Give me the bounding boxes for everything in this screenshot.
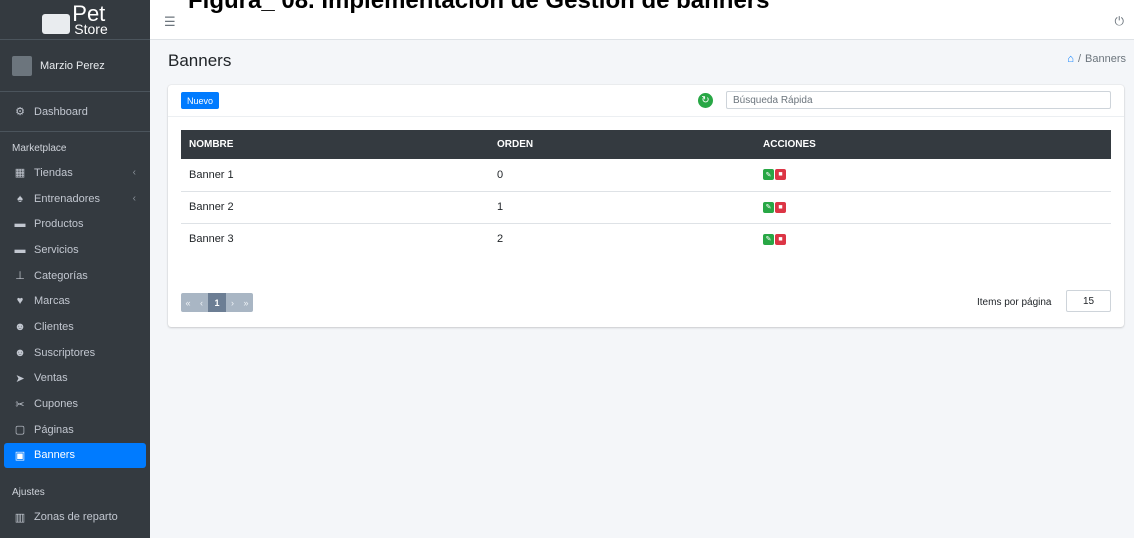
- table-row: Banner 1 0 ✎ ■: [181, 159, 1111, 192]
- sidebar-item-productos[interactable]: ▬ Productos: [0, 211, 150, 237]
- page-first-button[interactable]: «: [181, 293, 195, 312]
- page-current-button[interactable]: 1: [208, 293, 226, 312]
- pet-logo-icon: [42, 13, 71, 34]
- sidebar-item-label: Banners: [34, 449, 75, 462]
- sidebar-item-label: Páginas: [34, 423, 74, 436]
- trash-icon[interactable]: ■: [775, 233, 786, 245]
- sidebar-item-marcas[interactable]: ♥ Marcas: [0, 288, 150, 314]
- sidebar-item-label: Tiendas: [34, 166, 73, 179]
- trash-icon[interactable]: ■: [775, 169, 786, 181]
- cell-nombre: Banner 1: [181, 159, 489, 192]
- breadcrumb: ⌂ / Banners: [1067, 53, 1126, 65]
- sidebar-item-label: Productos: [34, 218, 84, 231]
- sidebar-item-entrenadores[interactable]: ♠ Entrenadores ‹: [0, 186, 150, 212]
- search-input[interactable]: [726, 91, 1111, 109]
- table-row: Banner 2 1 ✎ ■: [181, 191, 1111, 224]
- nav-header-ajustes: Ajustes: [12, 486, 45, 498]
- chevron-left-icon: ‹: [132, 193, 136, 205]
- image-icon: ▣: [14, 449, 26, 462]
- sidebar-item-label: Cupones: [34, 398, 79, 411]
- sidebar-item-label: Marcas: [34, 295, 71, 308]
- sidebar-item-servicios[interactable]: ▬ Servicios: [0, 237, 150, 263]
- column-header-orden[interactable]: ORDEN: [489, 130, 755, 159]
- figure-caption: Figura_ 08. Implementación de Gestión de…: [188, 0, 770, 14]
- main-content: Banners ⌂ / Banners Nuevo ↻ NOMBRE ORDEN…: [150, 40, 1134, 538]
- file-icon: ▢: [14, 424, 26, 437]
- hamburger-menu-icon[interactable]: ☰: [164, 14, 176, 30]
- trash-icon[interactable]: ■: [775, 201, 786, 213]
- cell-nombre: Banner 3: [189, 233, 234, 246]
- cell-orden: 2: [497, 233, 504, 246]
- edit-icon[interactable]: ✎: [763, 201, 774, 213]
- nav-header-marketplace: Marketplace: [12, 142, 67, 154]
- sidebar-item-label: Servicios: [34, 243, 79, 256]
- sidebar: Pet Store Marzio Perez ⚙ Dashboard Marke…: [0, 0, 150, 538]
- sidebar-item-clientes[interactable]: ☻ Clientes: [0, 314, 150, 340]
- cell-orden: 0: [489, 159, 755, 192]
- cell-acciones: ✎ ■: [755, 191, 1111, 224]
- sidebar-item-paginas[interactable]: ▢ Páginas: [0, 417, 150, 443]
- breadcrumb-separator: /: [1077, 53, 1082, 65]
- sidebar-item-label: Dashboard: [34, 105, 88, 118]
- brand-line1: Pet: [72, 0, 106, 26]
- sidebar-item-label: Zonas de reparto: [34, 511, 118, 524]
- column-header-nombre[interactable]: NOMBRE: [181, 130, 489, 159]
- cell-acciones: ✎ ■: [755, 223, 1111, 255]
- items-per-page-label: Items por página: [977, 297, 1052, 308]
- send-icon: ➤: [15, 372, 25, 385]
- brand-logo[interactable]: Pet Store: [0, 0, 150, 40]
- avatar: [12, 55, 32, 76]
- edit-icon[interactable]: ✎: [763, 169, 774, 181]
- users-icon: ☻: [14, 346, 26, 359]
- sidebar-item-dashboard[interactable]: ⚙ Dashboard: [0, 99, 150, 125]
- box-icon: ▬: [14, 218, 26, 231]
- sitemap-icon: ⊥: [15, 270, 25, 283]
- person-icon: ♠: [17, 192, 23, 205]
- users-icon: ☻: [14, 320, 26, 333]
- tag-icon: ✂: [15, 398, 25, 411]
- user-panel[interactable]: Marzio Perez: [0, 40, 150, 92]
- sidebar-item-categorias[interactable]: ⊥ Categorías: [0, 263, 150, 289]
- page-next-button[interactable]: ›: [226, 293, 239, 312]
- cell-acciones: ✎ ■: [755, 159, 1111, 192]
- items-per-page-input[interactable]: [1066, 290, 1111, 312]
- banners-card: Nuevo ↻ NOMBRE ORDEN ACCIONES Banner 1 0…: [168, 85, 1124, 327]
- page-prev-button[interactable]: ‹: [195, 293, 208, 312]
- banners-table: NOMBRE ORDEN ACCIONES Banner 1 0 ✎ ■ Bann…: [181, 130, 1111, 255]
- new-button[interactable]: Nuevo: [181, 92, 220, 109]
- sidebar-item-cupones[interactable]: ✂ Cupones: [0, 391, 150, 417]
- map-icon: ▥: [14, 511, 26, 524]
- refresh-icon[interactable]: ↻: [698, 93, 713, 108]
- sidebar-item-ventas[interactable]: ➤ Ventas: [0, 366, 150, 392]
- sidebar-item-tiendas[interactable]: ▦ Tiendas ‹: [0, 160, 150, 186]
- sidebar-item-suscriptores[interactable]: ☻ Suscriptores: [0, 340, 150, 366]
- brand-line2: Store: [74, 20, 108, 37]
- column-header-acciones: ACCIONES: [755, 130, 1111, 159]
- cell-orden: 1: [489, 191, 755, 224]
- sidebar-item-label: Clientes: [34, 320, 74, 333]
- sidebar-item-label: Suscriptores: [34, 346, 96, 359]
- sidebar-item-banners[interactable]: ▣ Banners: [4, 442, 146, 469]
- breadcrumb-current: Banners: [1085, 53, 1126, 65]
- page-last-button[interactable]: »: [239, 293, 253, 312]
- sidebar-item-label: Ventas: [34, 372, 68, 385]
- sidebar-item-label: Entrenadores: [34, 192, 101, 205]
- pagination: « ‹ 1 › »: [181, 293, 253, 312]
- sidebar-item-zonas-de-reparto[interactable]: ▥ Zonas de reparto: [0, 504, 150, 530]
- cell-nombre: Banner 2: [181, 191, 489, 224]
- store-icon: ▦: [14, 167, 26, 180]
- heart-icon: ♥: [16, 295, 24, 308]
- power-icon[interactable]: ⏻: [1115, 14, 1125, 29]
- box-icon: ▬: [14, 243, 26, 256]
- page-title: Banners: [168, 51, 232, 70]
- sidebar-item-label: Categorías: [34, 269, 88, 282]
- tachometer-icon: ⚙: [15, 106, 25, 118]
- card-toolbar: Nuevo ↻: [168, 85, 1124, 117]
- chevron-left-icon: ‹: [132, 167, 136, 179]
- edit-icon[interactable]: ✎: [763, 233, 774, 245]
- home-icon[interactable]: ⌂: [1067, 53, 1074, 65]
- table-row: Banner 3 2 ✎ ■: [181, 223, 1111, 255]
- user-name[interactable]: Marzio Perez: [40, 60, 105, 72]
